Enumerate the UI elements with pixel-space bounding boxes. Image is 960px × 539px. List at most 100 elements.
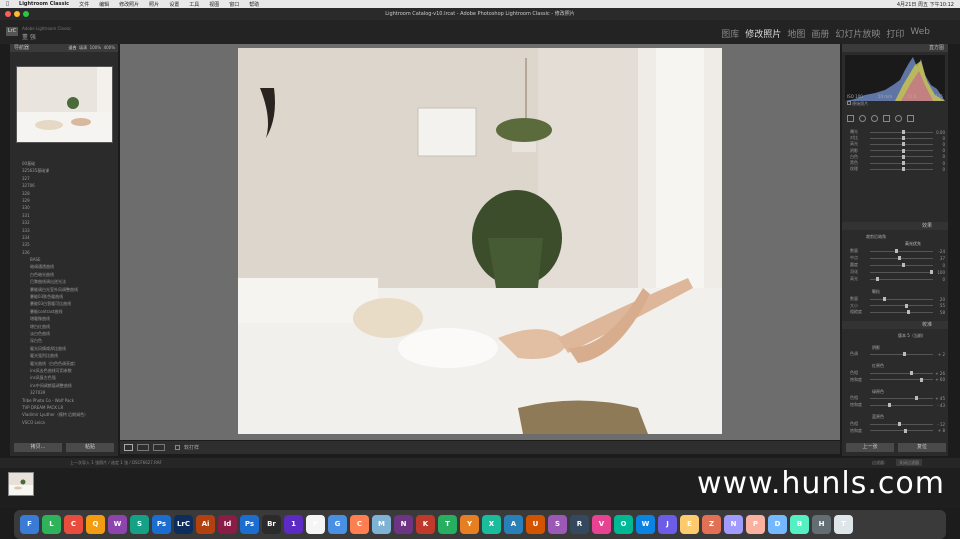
preset-item[interactable]: 330 [14,204,116,211]
slider-value[interactable]: 0 [933,167,945,172]
slider-knob[interactable] [898,256,902,260]
module-library[interactable]: 图库 [721,27,739,40]
preset-item[interactable]: 暴能调白光室外风调整曲线 [14,286,116,293]
dock-app-icon[interactable]: O [614,515,633,534]
menu-tools[interactable]: 工具 [189,1,199,8]
filmstrip-thumbnail[interactable] [8,472,34,496]
dock-app-icon[interactable]: S [548,515,567,534]
zoom-fill[interactable]: 填满 [79,45,87,50]
slider-value[interactable]: 0 [933,263,945,268]
slider-knob[interactable] [901,167,905,172]
slider-value[interactable]: - 12 [933,422,945,427]
preset-item[interactable]: 暴能03肤色暖曲线 [14,293,116,300]
apple-icon[interactable]:  [6,1,9,7]
minimize-window-button[interactable] [14,11,20,17]
menu-window[interactable]: 窗口 [229,1,239,8]
slider-knob[interactable] [887,403,891,407]
slider-value[interactable]: 55 [933,303,945,308]
slider-knob[interactable] [901,154,905,159]
slider-track[interactable] [870,256,933,260]
slider-value[interactable]: 0 [933,154,945,159]
slider-knob[interactable] [901,148,905,153]
slider-knob[interactable] [882,297,886,301]
slider-value[interactable]: -24 [933,249,945,254]
preset-item[interactable]: ins中间调颜值调整曲线 [14,382,116,389]
preset-item[interactable]: 暴能contrast曲线 [14,308,116,315]
slider-track[interactable] [870,396,933,400]
slider-value[interactable]: + 26 [933,371,945,376]
preset-item[interactable]: 325635基础课 [14,167,116,174]
slider-value[interactable]: + 8 [933,428,945,433]
slider-knob[interactable] [876,277,880,281]
slider-track[interactable] [870,377,933,382]
dock-app-icon[interactable]: Id [218,515,237,534]
slider-value[interactable]: + 45 [933,396,945,401]
spot-removal-icon[interactable] [859,115,866,122]
dock-app-icon[interactable]: V [592,515,611,534]
effects-header[interactable]: 效果 [842,222,948,230]
dock-app-icon[interactable]: Ps [240,515,259,534]
dock-app-icon[interactable]: A [504,515,523,534]
dock-app-icon[interactable]: P [306,515,325,534]
preset-item[interactable]: 331 [14,212,116,219]
module-web[interactable]: Web [910,27,930,40]
slider-value[interactable]: + 2 [933,352,945,357]
slider-knob[interactable] [897,422,901,426]
slider-track[interactable] [870,270,933,274]
original-photo-toggle[interactable]: 原始照片 [847,101,868,107]
preset-item[interactable]: Vladimir Lyuther（模特 后期调色） [14,411,116,418]
original-photo-checkbox[interactable] [847,101,851,105]
preset-item[interactable]: 增暖微曲线 [14,315,116,322]
zoom-100[interactable]: 100% [90,45,101,50]
dock-app-icon[interactable]: R [570,515,589,534]
preset-item[interactable]: 334 [14,234,116,241]
calibration-header[interactable]: 校准 [842,321,948,329]
preset-item[interactable]: 00基础 [14,160,116,167]
dock-app-icon[interactable]: B [790,515,809,534]
preset-item[interactable]: 332 [14,219,116,226]
dock-app-icon[interactable]: S [130,515,149,534]
dock-app-icon[interactable]: J [658,515,677,534]
preset-item[interactable]: 336 [14,249,116,256]
dock-app-icon[interactable]: Z [702,515,721,534]
process-version[interactable]: 版本 5（当前） [898,333,926,339]
vignette-style[interactable]: 高光优先 [905,241,921,247]
before-after-icon[interactable] [137,444,149,451]
slider-track[interactable] [870,130,933,134]
dock-app-icon[interactable]: D [768,515,787,534]
dock-app-icon[interactable]: G [328,515,347,534]
preset-item[interactable]: 深白色 [14,337,116,344]
slider-track[interactable] [870,142,933,147]
module-print[interactable]: 打印 [886,27,904,40]
dock-app-icon[interactable]: N [724,515,743,534]
preset-item[interactable]: 暖光强烈比曲线 [14,352,116,359]
slider-knob[interactable] [929,270,933,274]
preset-item[interactable]: 暖光风情咸邦比曲线 [14,345,116,352]
filmstrip-info[interactable]: 上一次导入 1 张照片 / 选定 1 张 / DSCF6627.RAF [70,460,162,465]
main-photo[interactable] [238,48,722,434]
slider-knob[interactable] [901,161,905,165]
slider-value[interactable]: 0 [933,277,945,282]
slider-value[interactable]: - 43 [933,403,945,408]
softproof-checkbox[interactable] [175,445,180,450]
dock-app-icon[interactable]: H [812,515,831,534]
dock-app-icon[interactable]: W [636,515,655,534]
preset-item[interactable]: 32706 [14,182,116,189]
menu-file[interactable]: 文件 [79,1,89,8]
slider-value[interactable]: 100 [933,270,945,275]
preset-item[interactable]: ins风复古色强 [14,374,116,381]
dock-app-icon[interactable]: 1 [284,515,303,534]
menubar-clock[interactable]: 4月21日 周五 下午10:12 [897,1,954,8]
slider-value[interactable]: 20 [933,297,945,302]
slider-value[interactable]: + 60 [933,377,945,382]
slider-track[interactable] [870,161,933,165]
zoom-fit[interactable]: 适合 [68,45,76,50]
slider-track[interactable] [870,303,933,308]
crop-tool-icon[interactable] [847,115,854,122]
preset-item[interactable]: VSCO Leica [14,419,116,426]
slider-knob[interactable] [901,130,905,134]
menu-edit[interactable]: 编辑 [99,1,109,8]
preset-item[interactable]: BASE [14,256,116,263]
slider-value[interactable]: 0 [933,136,945,141]
loupe-view-icon[interactable] [124,444,133,451]
